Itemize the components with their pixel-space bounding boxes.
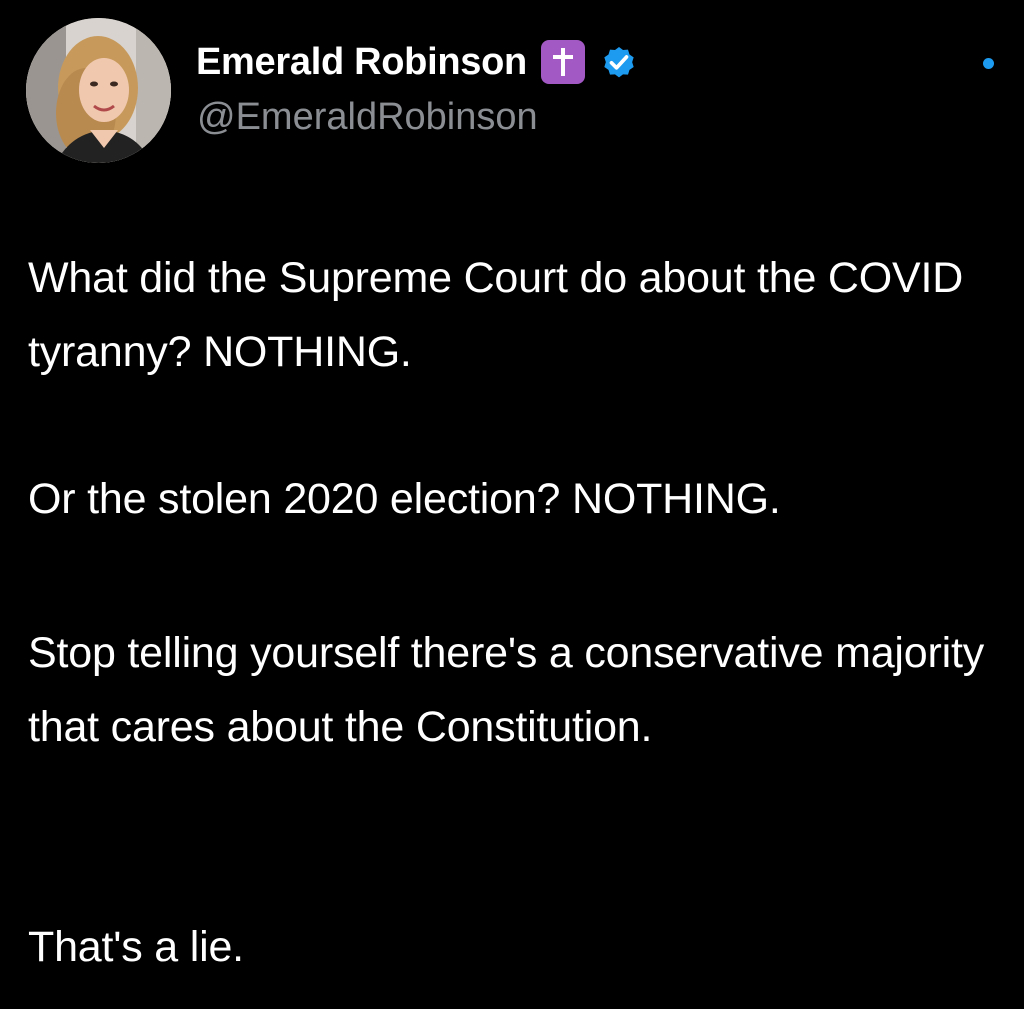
verified-icon (599, 42, 639, 82)
author-display-name[interactable]: Emerald Robinson (196, 41, 527, 84)
avatar-photo (26, 18, 171, 163)
dot-icon (983, 58, 994, 69)
tweet-paragraph-4: That's a lie. (28, 923, 244, 971)
tweet-paragraph-2: Or the stolen 2020 election? NOTHING. (28, 475, 781, 523)
author-handle[interactable]: @EmeraldRobinson (197, 96, 538, 139)
avatar[interactable] (26, 18, 171, 163)
tweet-card: Emerald Robinson @EmeraldRobinson What d… (0, 0, 1024, 1009)
tweet-paragraph-1: What did the Supreme Court do about the … (28, 254, 964, 376)
author-name-row: Emerald Robinson (196, 36, 639, 88)
cross-icon (540, 40, 585, 84)
tweet-paragraph-3: Stop telling yourself there's a conserva… (28, 629, 984, 751)
